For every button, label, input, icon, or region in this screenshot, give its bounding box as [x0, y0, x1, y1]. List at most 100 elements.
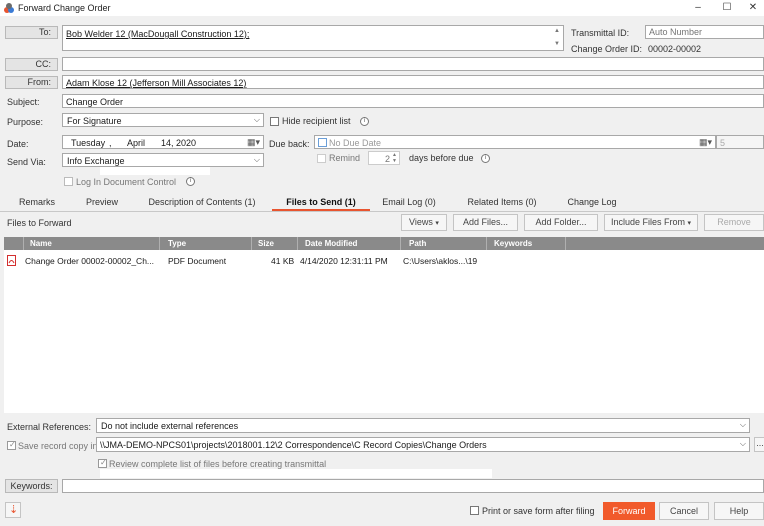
info-icon[interactable]: i	[186, 177, 195, 186]
date-picker[interactable]: Tuesday , April 14, 2020 ▦▾	[62, 135, 264, 149]
due-back-picker[interactable]: No Due Date ▦▾	[314, 135, 716, 149]
purpose-select[interactable]: For Signature ⌵	[62, 113, 264, 127]
column-icon	[4, 237, 24, 250]
to-field[interactable]: Bob Welder 12 (MacDougall Construction 1…	[62, 25, 564, 51]
views-button[interactable]: Views ▾	[401, 214, 447, 231]
due-date-checkbox[interactable]	[318, 138, 327, 147]
column-type[interactable]: Type	[164, 237, 252, 250]
review-files-label: Review complete list of files before cre…	[109, 459, 327, 469]
redacted-area	[100, 469, 492, 478]
remove-button[interactable]: Remove	[704, 214, 764, 231]
cc-button[interactable]: CC:	[5, 58, 58, 71]
cc-field[interactable]	[62, 57, 764, 71]
stepper-down-icon[interactable]: ▼	[392, 158, 397, 164]
due-days-select[interactable]: 5	[716, 135, 764, 149]
from-button[interactable]: From:	[5, 76, 58, 89]
save-record-path-select[interactable]: \\JMA-DEMO-NPCS01\projects\2018001.12\2 …	[96, 437, 750, 452]
add-folder-button[interactable]: Add Folder...	[524, 214, 598, 231]
column-keywords[interactable]: Keywords	[490, 237, 566, 250]
calendar-icon[interactable]: ▦▾	[247, 137, 260, 148]
save-record-path: \\JMA-DEMO-NPCS01\projects\2018001.12\2 …	[100, 440, 487, 450]
external-references-select[interactable]: Do not include external references ⌵	[96, 418, 750, 433]
transmittal-id-input[interactable]	[645, 25, 764, 39]
scroll-down-icon[interactable]: ▼	[554, 41, 560, 47]
info-icon[interactable]: i	[360, 117, 369, 126]
window-title: Forward Change Order	[18, 3, 111, 13]
file-path-cell: C:\Users\aklos...\19	[403, 256, 478, 266]
add-files-button[interactable]: Add Files...	[453, 214, 518, 231]
tab-email-log[interactable]: Email Log (0)	[376, 197, 442, 211]
remind-checkbox[interactable]	[317, 154, 326, 163]
tab-related-items[interactable]: Related Items (0)	[458, 197, 546, 211]
attach-button[interactable]: ⇣	[5, 502, 21, 518]
send-via-value: Info Exchange	[67, 156, 125, 166]
review-files-checkbox[interactable]	[98, 458, 107, 468]
log-in-doc-checkbox[interactable]	[64, 177, 73, 186]
pdf-file-icon	[7, 255, 16, 266]
chevron-down-icon: ⌵	[739, 439, 746, 448]
purpose-value: For Signature	[67, 116, 122, 126]
caret-down-icon: ▾	[435, 220, 439, 227]
change-order-id-value: 00002-00002	[648, 44, 702, 54]
change-order-id-label: Change Order ID:	[571, 44, 643, 54]
days-before-due-label: days before due	[409, 153, 474, 163]
tab-remarks[interactable]: Remarks	[12, 197, 62, 211]
keywords-button[interactable]: Keywords:	[5, 479, 58, 493]
app-logo-icon	[4, 3, 14, 13]
info-icon[interactable]: i	[481, 154, 490, 163]
files-table-body	[4, 250, 764, 413]
tab-files-to-send[interactable]: Files to Send (1)	[272, 197, 370, 211]
chevron-down-icon: ⌵	[253, 115, 260, 124]
subject-input[interactable]: Change Order	[62, 94, 764, 108]
date-separator: ,	[109, 138, 112, 148]
subject-value: Change Order	[66, 97, 124, 107]
subject-label: Subject:	[7, 97, 40, 107]
from-field[interactable]: Adam Klose 12 (Jefferson Mill Associates…	[62, 75, 764, 89]
send-via-select[interactable]: Info Exchange ⌵	[62, 153, 264, 167]
column-name[interactable]: Name	[26, 237, 160, 250]
column-path[interactable]: Path	[405, 237, 487, 250]
external-references-label: External References:	[7, 422, 92, 432]
maximize-button[interactable]: ☐	[719, 1, 735, 15]
cancel-button[interactable]: Cancel	[659, 502, 709, 520]
minimize-button[interactable]: –	[690, 1, 706, 15]
help-button[interactable]: Help	[714, 502, 764, 520]
date-daynum: 14, 2020	[161, 138, 197, 148]
save-record-checkbox[interactable]	[7, 440, 16, 450]
browse-button[interactable]: ...	[754, 437, 764, 452]
file-type-cell: PDF Document	[168, 256, 227, 266]
tab-change-log[interactable]: Change Log	[560, 197, 624, 211]
calendar-icon[interactable]: ▦▾	[699, 137, 712, 148]
print-save-label: Print or save form after filing	[482, 506, 595, 516]
include-files-button[interactable]: Include Files From ▾	[604, 214, 698, 231]
to-button[interactable]: To:	[5, 26, 58, 39]
remind-days-value: 2	[385, 154, 391, 164]
save-record-label: Save record copy in:	[18, 441, 101, 451]
tab-preview[interactable]: Preview	[78, 197, 126, 211]
redacted-area	[100, 167, 210, 175]
caret-down-icon: ▾	[687, 220, 692, 227]
file-date-cell: 4/14/2020 12:31:11 PM	[300, 256, 388, 266]
send-via-label: Send Via:	[7, 157, 46, 167]
title-bar: Forward Change Order – ☐ ✕	[0, 0, 764, 16]
purpose-label: Purpose:	[7, 117, 44, 127]
keywords-input[interactable]	[62, 479, 764, 493]
hide-recipient-checkbox[interactable]	[270, 117, 279, 126]
remind-label: Remind	[329, 153, 361, 163]
tab-description[interactable]: Description of Contents (1)	[140, 197, 264, 211]
file-name-cell: Change Order 00002-00002_Ch...	[25, 256, 155, 266]
column-date-modified[interactable]: Date Modified	[301, 237, 401, 250]
attach-icon: ⇣	[9, 504, 19, 516]
to-recipient-link[interactable]: Bob Welder 12 (MacDougall Construction 1…	[66, 29, 249, 39]
scroll-up-icon[interactable]: ▲	[554, 28, 560, 34]
external-references-value: Do not include external references	[101, 421, 239, 431]
column-size[interactable]: Size	[254, 237, 298, 250]
close-button[interactable]: ✕	[745, 1, 761, 15]
from-sender-link[interactable]: Adam Klose 12 (Jefferson Mill Associates…	[66, 78, 246, 88]
print-save-checkbox[interactable]	[470, 506, 479, 515]
forward-button[interactable]: Forward	[603, 502, 655, 520]
log-in-doc-label: Log In Document Control	[76, 177, 177, 187]
remind-days-stepper[interactable]: 2 ▲ ▼	[368, 151, 400, 165]
date-label: Date:	[7, 139, 29, 149]
date-month: April	[127, 138, 146, 148]
